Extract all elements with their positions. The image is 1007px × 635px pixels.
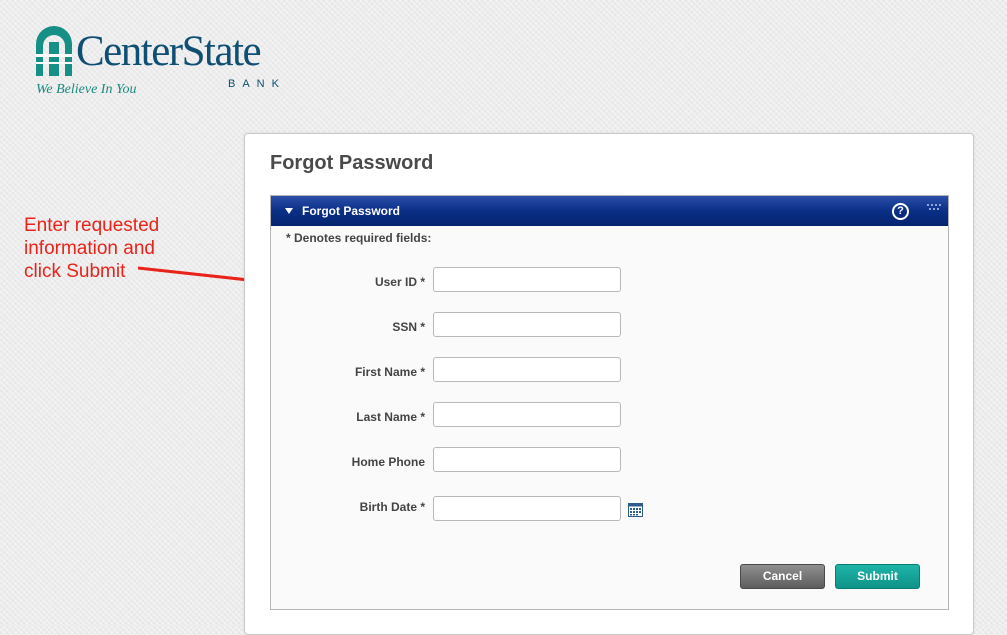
logo-name: CenterState (76, 28, 262, 75)
logo-arch-icon (36, 26, 72, 76)
first-name-label: First Name * (354, 365, 425, 379)
help-icon[interactable]: ? (892, 203, 909, 220)
cancel-button[interactable]: Cancel (740, 564, 825, 589)
required-fields-note: * Denotes required fields: (286, 231, 432, 245)
drag-grip-icon[interactable] (927, 204, 941, 212)
last-name-label: Last Name * (356, 410, 425, 424)
page-title: Forgot Password (270, 152, 434, 174)
birth-date-input[interactable] (433, 496, 621, 521)
submit-button[interactable]: Submit (835, 564, 920, 589)
user-id-input[interactable] (433, 267, 621, 292)
forgot-password-panel: Forgot Password ? * Denotes required fie… (270, 195, 949, 610)
home-phone-input[interactable] (433, 447, 621, 472)
bank-logo[interactable]: CenterState BANK We Believe In You (30, 18, 310, 100)
ssn-label: SSN * (392, 320, 425, 334)
user-id-label: User ID * (374, 275, 425, 289)
logo-bank-text: BANK (228, 78, 286, 90)
birth-date-label: Birth Date * (359, 500, 425, 514)
home-phone-label: Home Phone (351, 455, 425, 469)
last-name-input[interactable] (433, 402, 621, 427)
calendar-icon[interactable] (628, 503, 643, 517)
ssn-input[interactable] (433, 312, 621, 337)
logo-tagline: We Believe In You (36, 82, 137, 97)
panel-title: Forgot Password (302, 204, 401, 218)
panel-header[interactable]: Forgot Password ? (271, 196, 948, 226)
collapse-triangle-icon[interactable] (285, 208, 293, 214)
first-name-input[interactable] (433, 357, 621, 382)
forgot-password-card: Forgot Password Forgot Password ? * Deno… (244, 133, 974, 635)
